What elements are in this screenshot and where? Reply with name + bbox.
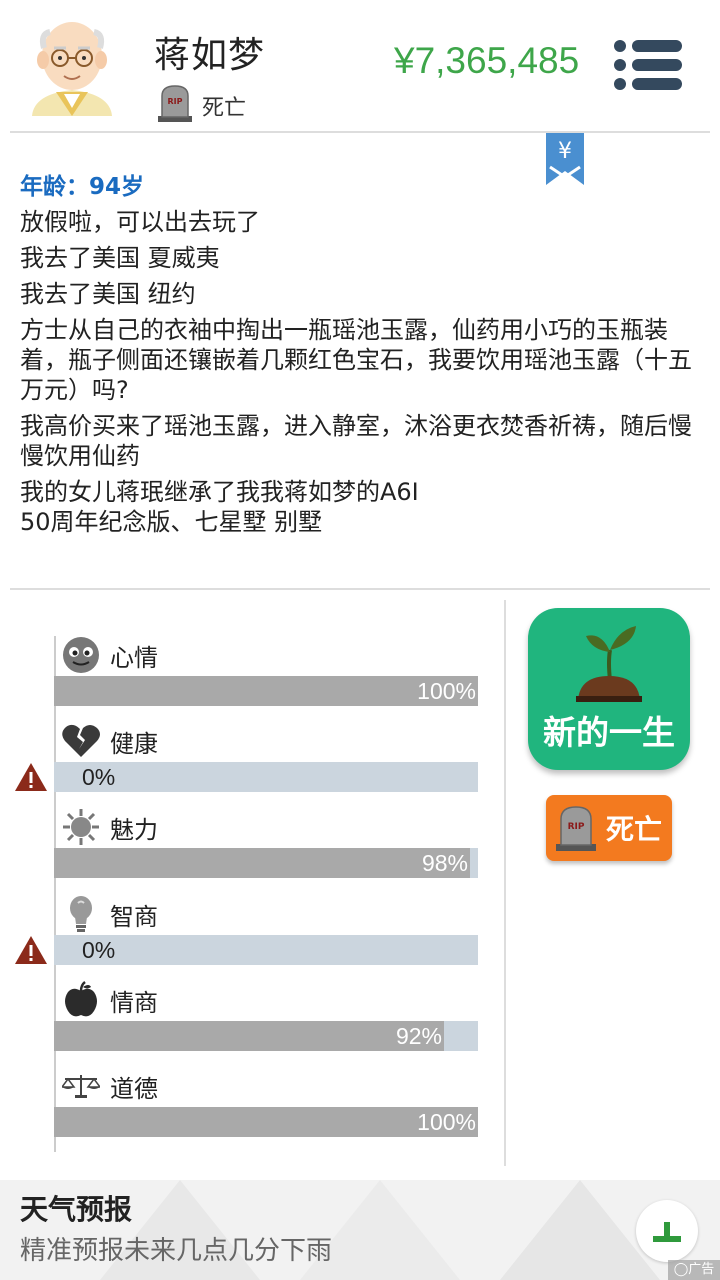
smiley-face-icon [62,636,100,674]
stat-label: 心情 [110,643,158,672]
story-line: 我高价买来了瑶池玉露，进入静室，沐浴更衣焚香祈祷，随后慢慢饮用仙药 [20,412,692,470]
death-label: 死亡 [606,813,663,846]
header: 蒋如梦 RIP 死亡 ¥7,365,485 [0,0,720,132]
divider [10,588,710,590]
ad-tag: ◯广告 [668,1260,720,1280]
column-divider [504,600,506,1166]
warning-icon [15,763,47,791]
character-name: 蒋如梦 [154,35,266,76]
new-life-label: 新的一生 [543,713,675,752]
story-line: 放假啦，可以出去玩了 [20,208,260,236]
death-button[interactable]: RIP 死亡 [546,795,672,861]
money-amount: ¥7,365,485 [394,40,580,81]
stat-label: 情商 [110,988,158,1017]
download-icon [653,1222,681,1242]
stat-bar: 98% [54,848,478,878]
stat-label: 魅力 [110,815,158,844]
new-life-button[interactable]: 新的一生 [528,608,690,770]
stat-bar: 100% [54,1107,478,1137]
stat-bar-fill [54,676,478,706]
sun-icon [62,808,100,846]
svg-text:RIP: RIP [568,822,585,832]
svg-text:RIP: RIP [168,97,183,106]
stat-value: 92% [395,1023,442,1049]
story-line: 我去了美国 夏威夷 [20,244,220,272]
avatar[interactable] [26,16,118,120]
story-line: 方士从自己的衣袖中掏出一瓶瑶池玉露，仙药用小巧的玉瓶装着，瓶子侧面还镶嵌着几颗红… [20,316,692,404]
sprout-icon [576,626,642,702]
stat-label: 健康 [110,729,158,758]
story-line: 我的女儿蒋珉继承了我我蒋如梦的A6I 50周年纪念版、七星墅 别墅 [20,478,419,536]
balance-scale-icon [62,1067,100,1105]
stat-value: 100% [417,1109,476,1135]
stat-bar: 0% [54,762,478,792]
stats-axis [54,636,56,1152]
ad-title: 天气预报 [20,1193,133,1226]
apple-icon [62,981,100,1019]
tombstone-icon: RIP [158,85,192,122]
svg-text:¥: ¥ [558,139,572,164]
stat-bar-fill [54,848,470,878]
status-row: RIP 死亡 [158,84,246,122]
tombstone-icon: RIP [556,806,596,851]
ad-download-button[interactable] [636,1200,698,1262]
menu-icon[interactable] [612,38,684,92]
stat-value: 98% [421,850,468,876]
story-line: 我去了美国 纽约 [20,280,196,308]
ad-banner[interactable]: 天气预报 精准预报未来几点几分下雨 [0,1180,720,1280]
status-label: 死亡 [202,96,247,121]
stat-value: 0% [82,764,116,790]
stat-bar: 100% [54,676,478,706]
stat-label: 道德 [110,1074,158,1103]
lightbulb-icon [62,895,100,933]
stat-label: 智商 [110,902,158,931]
stat-bar-fill [54,1107,478,1137]
story-log: 年龄：94岁 放假啦，可以出去玩了 我去了美国 夏威夷 我去了美国 纽约 方士从… [20,172,700,543]
warning-icon [15,936,47,964]
stat-bar: 92% [54,1021,478,1051]
stat-bar-fill [54,1021,444,1051]
stat-value: 100% [417,678,476,704]
broken-heart-icon [62,722,100,760]
age-label: 年龄：94岁 [20,174,145,200]
stat-bar: 0% [54,935,478,965]
divider [10,131,710,133]
ad-subtitle: 精准预报未来几点几分下雨 [20,1236,333,1266]
stat-value: 0% [82,937,116,963]
